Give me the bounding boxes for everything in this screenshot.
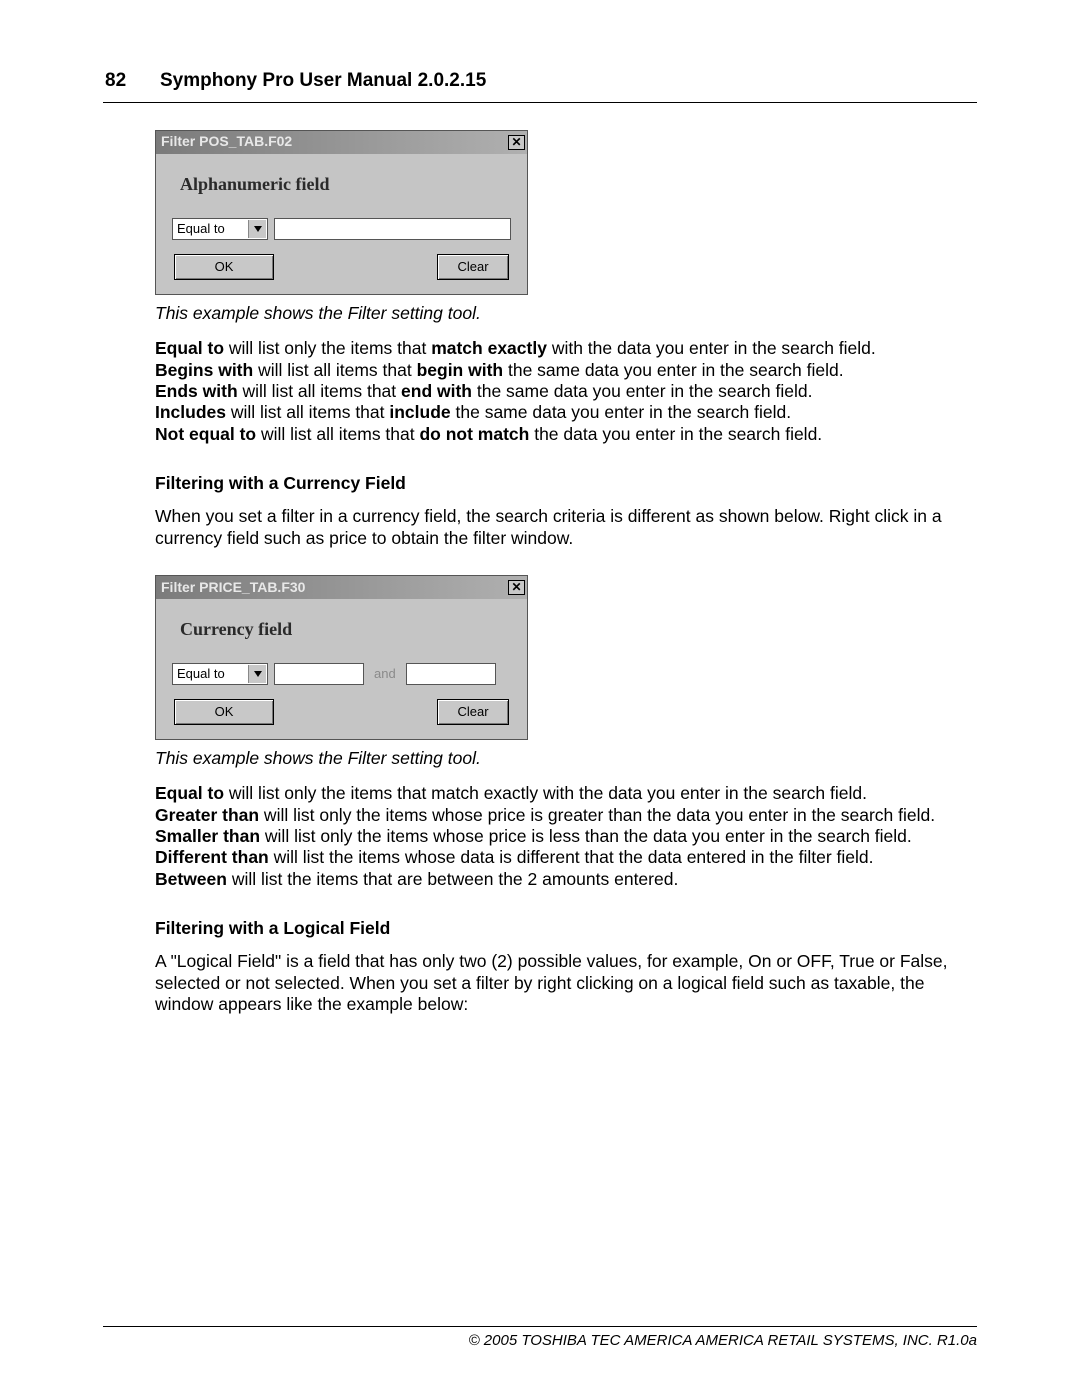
term: Begins with: [155, 360, 253, 380]
footer-copyright: © 2005 TOSHIBA TEC AMERICA AMERICA RETAI…: [469, 1332, 977, 1349]
term-mid: do not match: [419, 424, 529, 444]
text: will list all items that: [256, 424, 419, 444]
dialog-titlebar: Filter PRICE_TAB.F30 ✕: [156, 576, 527, 599]
term-mid: end with: [401, 381, 472, 401]
figure-caption: This example shows the Filter setting to…: [155, 748, 965, 769]
filter-value-to-input[interactable]: [406, 663, 496, 685]
text: will list only the items whose price is …: [260, 826, 912, 846]
close-icon: ✕: [511, 581, 521, 593]
ok-button[interactable]: OK: [174, 699, 274, 725]
criteria-row: Equal to: [172, 218, 511, 240]
definition-line: Between will list the items that are bet…: [155, 869, 965, 890]
clear-button[interactable]: Clear: [437, 699, 509, 725]
manual-page: 82 Symphony Pro User Manual 2.0.2.15 Fil…: [0, 0, 1080, 1397]
close-icon: ✕: [511, 136, 521, 148]
filter-value-from-input[interactable]: [274, 663, 364, 685]
text: will list only the items that match exac…: [224, 783, 867, 803]
dialog-title: Filter POS_TAB.F02: [161, 133, 292, 150]
text: will list all items that: [253, 360, 416, 380]
dialog-titlebar: Filter POS_TAB.F02 ✕: [156, 131, 527, 154]
text: the same data you enter in the search fi…: [503, 360, 843, 380]
text: will list the items that are between the…: [227, 869, 678, 889]
field-type-label: Currency field: [180, 619, 511, 641]
term-mid: begin with: [417, 360, 504, 380]
term: Different than: [155, 847, 269, 867]
dialog-body: Currency field Equal to and OK Clear: [156, 599, 527, 739]
definition-line: Equal to will list only the items that m…: [155, 338, 965, 359]
dialog-body: Alphanumeric field Equal to OK Clear: [156, 154, 527, 294]
section-heading-logical: Filtering with a Logical Field: [155, 918, 965, 939]
term: Equal to: [155, 338, 224, 358]
operator-select[interactable]: Equal to: [172, 218, 268, 240]
term: Ends with: [155, 381, 238, 401]
term: Greater than: [155, 805, 259, 825]
text: the same data you enter in the search fi…: [472, 381, 812, 401]
operator-value: Equal to: [177, 666, 225, 682]
manual-title: Symphony Pro User Manual 2.0.2.15: [160, 70, 486, 92]
currency-operator-definitions: Equal to will list only the items that m…: [155, 783, 965, 890]
clear-label: Clear: [457, 704, 488, 720]
criteria-row: Equal to and: [172, 663, 511, 685]
close-button[interactable]: ✕: [508, 580, 525, 595]
section-heading-currency: Filtering with a Currency Field: [155, 473, 965, 494]
definition-line: Different than will list the items whose…: [155, 847, 965, 868]
filter-dialog-alphanumeric: Filter POS_TAB.F02 ✕ Alphanumeric field …: [155, 130, 528, 295]
term: Between: [155, 869, 227, 889]
definition-line: Begins with will list all items that beg…: [155, 360, 965, 381]
text: the data you enter in the search field.: [529, 424, 822, 444]
and-label: and: [370, 666, 400, 682]
page-content: Filter POS_TAB.F02 ✕ Alphanumeric field …: [155, 130, 965, 1041]
clear-button[interactable]: Clear: [437, 254, 509, 280]
definition-line: Ends with will list all items that end w…: [155, 381, 965, 402]
text: will list all items that: [238, 381, 401, 401]
field-type-label: Alphanumeric field: [180, 174, 511, 196]
clear-label: Clear: [457, 259, 488, 275]
filter-value-input[interactable]: [274, 218, 511, 240]
definition-line: Equal to will list only the items that m…: [155, 783, 965, 804]
header-divider: [103, 102, 977, 103]
dialog-button-row: OK Clear: [172, 254, 511, 280]
dialog-title: Filter PRICE_TAB.F30: [161, 579, 305, 596]
term: Equal to: [155, 783, 224, 803]
footer-divider: [103, 1326, 977, 1327]
ok-button[interactable]: OK: [174, 254, 274, 280]
close-button[interactable]: ✕: [508, 135, 525, 150]
definition-line: Includes will list all items that includ…: [155, 402, 965, 423]
dialog-button-row: OK Clear: [172, 699, 511, 725]
term: Smaller than: [155, 826, 260, 846]
logical-intro-paragraph: A "Logical Field" is a field that has on…: [155, 951, 965, 1015]
text: with the data you enter in the search fi…: [547, 338, 876, 358]
chevron-down-icon: [248, 665, 266, 683]
operator-value: Equal to: [177, 221, 225, 237]
page-number: 82: [105, 70, 160, 92]
figure-caption: This example shows the Filter setting to…: [155, 303, 965, 324]
term: Includes: [155, 402, 226, 422]
currency-intro-paragraph: When you set a filter in a currency fiel…: [155, 506, 965, 549]
operator-select[interactable]: Equal to: [172, 663, 268, 685]
filter-dialog-currency: Filter PRICE_TAB.F30 ✕ Currency field Eq…: [155, 575, 528, 740]
ok-label: OK: [215, 259, 234, 275]
text: the same data you enter in the search fi…: [451, 402, 791, 422]
term-mid: include: [389, 402, 450, 422]
text: will list only the items that: [224, 338, 431, 358]
ok-label: OK: [215, 704, 234, 720]
definition-line: Greater than will list only the items wh…: [155, 805, 965, 826]
text: will list the items whose data is differ…: [269, 847, 874, 867]
term: Not equal to: [155, 424, 256, 444]
alpha-operator-definitions: Equal to will list only the items that m…: [155, 338, 965, 445]
definition-line: Not equal to will list all items that do…: [155, 424, 965, 445]
text: will list all items that: [226, 402, 389, 422]
page-header: 82 Symphony Pro User Manual 2.0.2.15: [105, 70, 975, 92]
definition-line: Smaller than will list only the items wh…: [155, 826, 965, 847]
text: will list only the items whose price is …: [259, 805, 935, 825]
chevron-down-icon: [248, 220, 266, 238]
term-mid: match exactly: [431, 338, 547, 358]
